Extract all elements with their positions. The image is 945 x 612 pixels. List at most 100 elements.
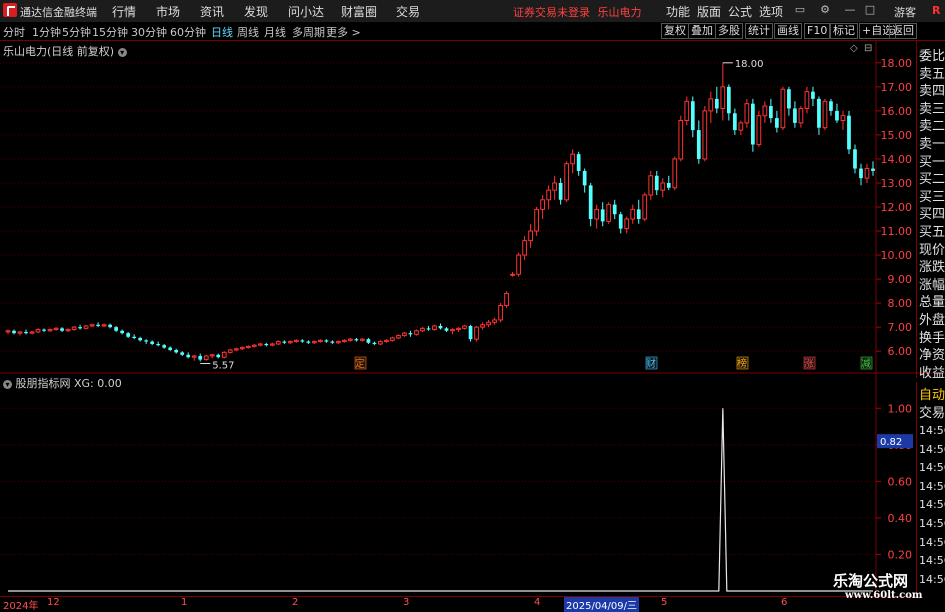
candle-body-92 — [558, 182, 563, 200]
candle-body-51 — [311, 341, 317, 344]
event-marker-0: 定 — [355, 357, 365, 370]
quote-label-6: 买一 — [919, 154, 945, 170]
date-label-7: 6 — [781, 597, 788, 608]
candle-body-136 — [822, 100, 828, 129]
period-tab-6[interactable]: 日线 — [211, 24, 233, 40]
candle-body-18 — [114, 327, 118, 331]
candle-body-17 — [108, 324, 112, 328]
quote-label-8: 买三 — [919, 189, 945, 205]
toolbar-button-2[interactable]: 多股 — [715, 23, 743, 39]
candle-body-140 — [847, 115, 851, 150]
candle-body-133 — [804, 91, 810, 109]
candle-body-126 — [762, 105, 768, 117]
toolbar-button-4[interactable]: 画线 — [774, 23, 802, 39]
candle-body-37 — [227, 349, 233, 353]
candle-body-75 — [456, 327, 461, 331]
price-tick-label-10: 8.00 — [888, 297, 913, 310]
candle-body-101 — [612, 204, 617, 215]
toolbar-button-1[interactable]: 叠加 — [688, 23, 716, 39]
candle-body-127 — [769, 106, 773, 119]
ind-tick-label-4: 0.20 — [888, 548, 913, 561]
period-tab-1[interactable]: 1分钟 — [32, 24, 61, 40]
candle-body-113 — [684, 100, 690, 121]
price-tick-label-0: 18.00 — [881, 57, 913, 70]
candle-body-105 — [636, 209, 641, 220]
period-tab-9[interactable]: 多周期 — [292, 24, 325, 40]
candle-body-2 — [17, 331, 23, 334]
candle-body-68 — [414, 330, 419, 335]
candle-body-0 — [5, 330, 11, 333]
price-tick-label-1: 17.00 — [881, 81, 913, 94]
period-tab-4[interactable]: 30分钟 — [131, 24, 167, 40]
candle-body-112 — [678, 119, 684, 160]
candle-body-23 — [144, 340, 149, 342]
candle-body-117 — [708, 98, 714, 112]
toolbar-button-3[interactable]: 统计 — [745, 23, 773, 39]
period-tab-3[interactable]: 15分钟 — [92, 24, 128, 40]
candle-body-139 — [840, 115, 846, 121]
candle-body-115 — [696, 130, 701, 159]
xg-indicator-line — [8, 408, 873, 592]
candle-body-84 — [510, 273, 515, 276]
trade-label-0[interactable]: 自动 — [919, 384, 945, 403]
indicator-chevron-icon[interactable]: ▾ — [3, 379, 12, 389]
candle-body-98 — [594, 208, 600, 220]
candle-body-82 — [498, 305, 503, 321]
candle-body-27 — [168, 347, 173, 350]
low-label: 5.57 — [212, 361, 234, 372]
date-label-1: 12 — [47, 597, 60, 608]
candle-body-10 — [65, 329, 71, 332]
candle-body-21 — [132, 336, 137, 338]
trade-time-6: 14:56 — [919, 535, 945, 549]
indicator-title-text: 股朋指标网 XG: 0.00 — [15, 377, 122, 390]
candle-body-22 — [138, 337, 143, 341]
candle-body-88 — [534, 208, 539, 232]
period-tab-0[interactable]: 分时 — [3, 24, 25, 40]
period-tab-10[interactable]: 更多 > — [326, 24, 361, 40]
period-tab-7[interactable]: 周线 — [237, 24, 259, 40]
period-tab-5[interactable]: 60分钟 — [170, 24, 206, 40]
candle-body-123 — [744, 103, 750, 124]
toolbar-button-0[interactable]: 复权 — [661, 23, 689, 39]
ind-tick-label-0: 1.00 — [888, 402, 913, 415]
candle-body-33 — [203, 355, 209, 361]
event-marker-2: 榜 — [737, 357, 747, 370]
candle-body-28 — [174, 349, 179, 353]
candle-body-83 — [504, 293, 509, 307]
toolbar-button-6[interactable]: 标记 — [830, 23, 858, 39]
trade-time-3: 14:56 — [919, 479, 945, 493]
period-tab-8[interactable]: 月线 — [264, 24, 286, 40]
candle-body-135 — [817, 98, 821, 128]
trade-time-8: 14:56 — [919, 572, 945, 586]
quote-label-18: 收益 — [919, 365, 945, 381]
period-tab-2[interactable]: 5分钟 — [62, 24, 91, 40]
candle-body-134 — [811, 91, 815, 99]
candle-body-116 — [702, 110, 708, 160]
candle-body-59 — [360, 338, 365, 341]
candle-body-103 — [624, 218, 630, 230]
trade-time-4: 14:56 — [919, 498, 945, 512]
candle-body-54 — [330, 341, 335, 343]
candle-body-42 — [257, 343, 263, 346]
candle-body-87 — [528, 230, 533, 242]
candle-body-70 — [426, 328, 431, 330]
candle-body-132 — [798, 107, 804, 124]
candle-body-16 — [101, 324, 107, 327]
candle-body-65 — [396, 335, 401, 339]
candle-body-41 — [251, 344, 257, 347]
candle-body-97 — [588, 185, 593, 220]
candlestick-chart[interactable]: 18.0017.0016.0015.0014.0013.0012.0011.00… — [0, 0, 945, 609]
candle-body-67 — [408, 333, 413, 335]
candle-body-5 — [35, 329, 41, 333]
quote-label-15: 外盘 — [919, 313, 945, 328]
candle-body-141 — [853, 149, 857, 169]
trade-label-1[interactable]: 交易 — [919, 402, 945, 421]
candle-body-58 — [354, 339, 359, 341]
date-label-6: 5 — [661, 597, 668, 608]
toolbar-button-5[interactable]: F10 — [804, 23, 831, 39]
toolbar-button-8[interactable]: 返回 — [889, 23, 917, 39]
candle-body-121 — [732, 113, 737, 131]
quote-label-0: 委比 — [919, 49, 945, 64]
candle-body-9 — [60, 328, 64, 331]
date-label-4: 3 — [403, 597, 410, 608]
